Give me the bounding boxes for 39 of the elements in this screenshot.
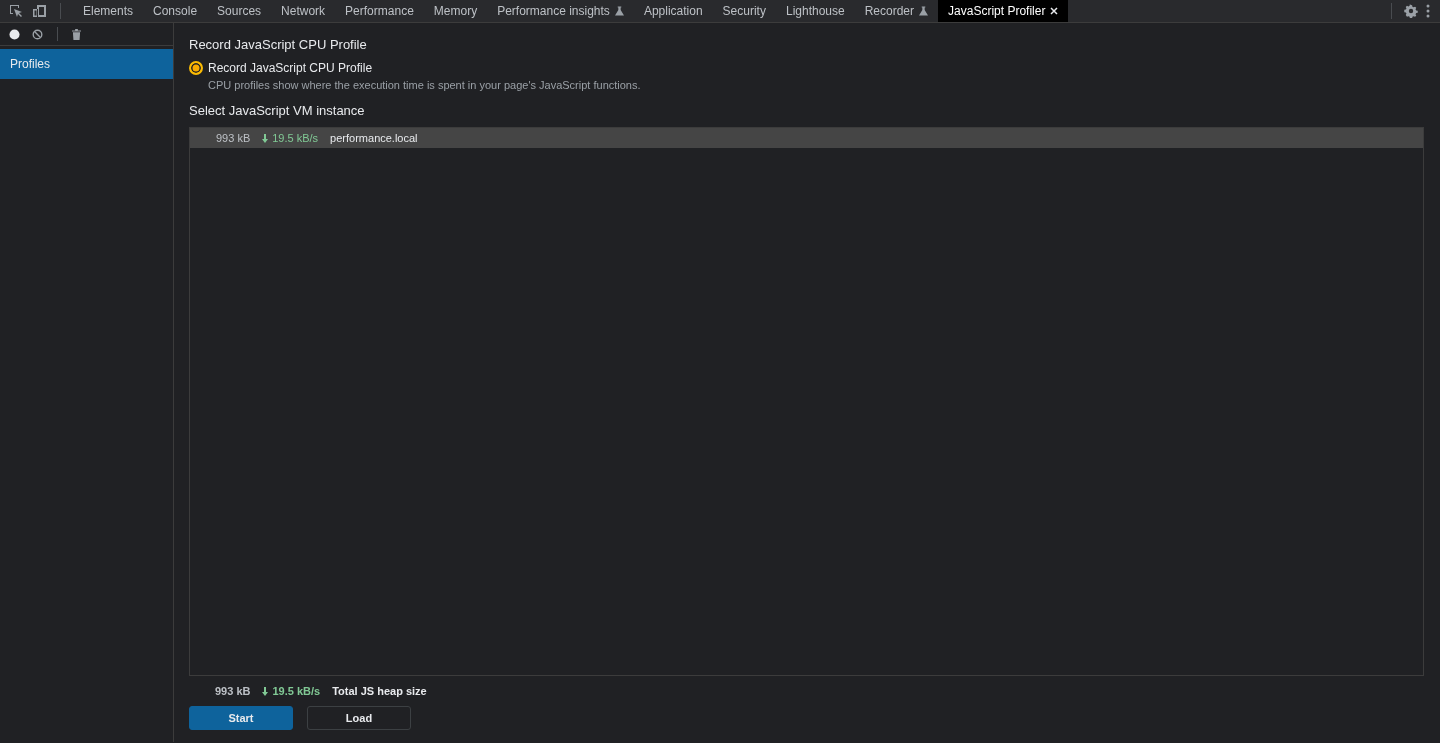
trash-icon[interactable] [72, 28, 81, 40]
section-heading: Record JavaScript CPU Profile [189, 37, 368, 52]
clear-icon[interactable] [32, 28, 43, 40]
tab[interactable]: Console [143, 0, 208, 22]
more-options-icon[interactable] [1426, 4, 1430, 18]
tab[interactable]: Elements [73, 0, 144, 22]
heap-rate: 19.5 kB/s [272, 132, 319, 144]
heap-rate: 19.5 kB/s [272, 685, 321, 697]
heap-size: 993 kB [216, 132, 251, 144]
section-heading: Select JavaScript VM instance [189, 103, 366, 118]
record-icon[interactable] [9, 28, 20, 40]
flask-icon [919, 6, 929, 16]
tab[interactable]: Application [633, 0, 713, 22]
tab[interactable]: Sources [207, 0, 272, 22]
inspect-icon[interactable] [8, 3, 24, 19]
tab[interactable]: Performance insights [487, 0, 634, 22]
option-description: CPU profiles show where the execution time is spent in your page's JavaScript functions. [208, 79, 642, 91]
tab[interactable]: Security [712, 0, 776, 22]
tab[interactable]: Network [271, 0, 336, 22]
download-arrow-icon [262, 686, 269, 696]
radio-label: Record JavaScript CPU Profile [208, 61, 373, 75]
action-button[interactable]: Start [189, 706, 293, 730]
tab[interactable]: Memory [423, 0, 488, 22]
tab[interactable]: Lighthouse [775, 0, 855, 22]
sidebar-item[interactable]: Profiles [0, 49, 173, 79]
tab[interactable]: JavaScript Profiler [938, 0, 1069, 22]
vm-instance-row[interactable]: 993 kB 19.5 kB/s performance.local [190, 128, 1423, 148]
tab[interactable]: Recorder [854, 0, 939, 22]
vm-instance-name: performance.local [330, 132, 418, 144]
settings-icon[interactable] [1404, 4, 1418, 18]
radio-button[interactable] [189, 61, 203, 75]
close-icon[interactable] [1050, 7, 1059, 15]
heap-size-label: Total JS heap size [332, 685, 427, 697]
action-button[interactable]: Load [307, 706, 411, 730]
download-arrow-icon [262, 133, 269, 143]
tab[interactable]: Performance [335, 0, 424, 22]
heap-size: 993 kB [215, 685, 251, 697]
flask-icon [614, 6, 624, 16]
device-toolbar-icon[interactable] [32, 3, 48, 19]
